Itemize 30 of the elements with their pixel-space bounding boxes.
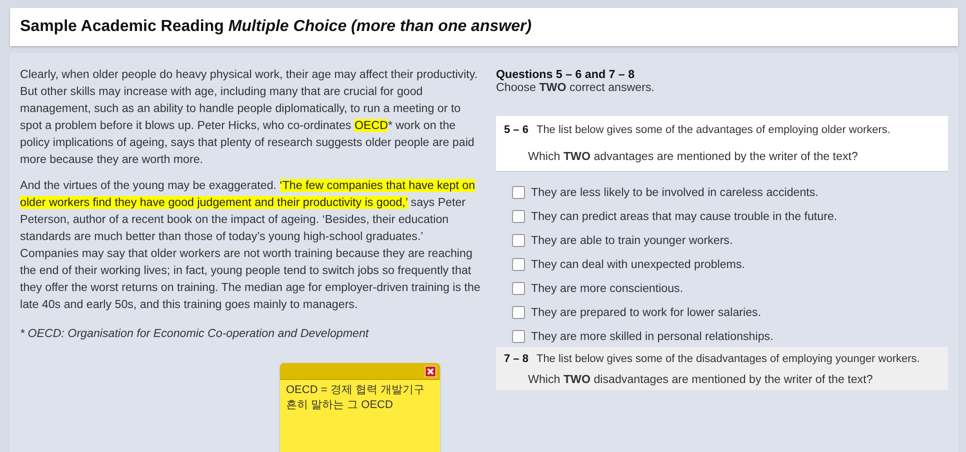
question-header[interactable]: 5 – 6 The list below gives some of the advantages of employing older workers. Which TWO advantages are mentioned by the writer of the text? <box>496 116 948 172</box>
note-text: OECD = 경제 협력 개발기구 흔히 말하는 그 OECD <box>285 383 426 413</box>
checkbox[interactable] <box>512 234 525 247</box>
option-label[interactable]: They are able to train younger workers. <box>531 234 733 247</box>
instructions-text: Choose TWO correct answers. <box>496 81 656 94</box>
option-label[interactable]: They are prepared to work for lower salaries. <box>531 306 762 319</box>
option-label[interactable]: They can predict areas that may cause trouble in the future. <box>531 210 838 223</box>
page-title: Sample Academic Reading Multiple Choice (more than one answer) <box>20 18 533 36</box>
question-prompt: Which TWO advantages are mentioned by the writer of the text? <box>528 150 859 163</box>
checkbox[interactable] <box>512 258 525 271</box>
option-label[interactable]: They are more conscientious. <box>531 282 684 295</box>
question-number: 7 – 8 <box>504 353 528 365</box>
passage-paragraph: Clearly, when older people do heavy physical work, their age may affect their productivity. But other skills may increase with age, including many that are crucial for good management, such as an ability to handle people diplomatically, to run a meeting or to spot a problem before it blows up. Peter Hicks, who co-ordinates OECD* work on the policy implications of ageing, says that plenty of research suggests older people are paid more because they are worth more. <box>20 67 479 168</box>
questions-heading: Questions 5 – 6 and 7 – 8 <box>496 68 636 81</box>
checkbox[interactable] <box>512 282 525 295</box>
checkbox[interactable] <box>512 186 525 199</box>
passage-paragraph: And the virtues of the young may be exaggerated. ‘The few companies that have kept on older workers find they have good judgement and their productivity is good,’ says Peter Peterson, author of a recent book on the impact of ageing. ‘Besides, their education standards are much better than those of today’s young high-school graduates.’ Companies may say that older workers are not worth training because they are reaching the end of their working lives; in fact, young people tend to switch jobs so frequently that they offer the worst returns on training. The median age for employer-driven training is the late 40s and early 50s, and this training goes mainly to managers. <box>20 178 482 313</box>
option-label[interactable]: They are less likely to be involved in careless accidents. <box>531 186 818 199</box>
option-label[interactable]: They are more skilled in personal relationships. <box>531 330 774 343</box>
question-header[interactable]: 7 – 8 The list below gives some of the disadvantages of employing younger workers. Which TWO disadvantages are mentioned by the writer of the text? <box>496 347 948 390</box>
question-prompt: Which TWO disadvantages are mentioned by the writer of the text? <box>528 373 874 386</box>
option-label[interactable]: They can deal with unexpected problems. <box>531 258 745 271</box>
close-icon[interactable] <box>425 366 436 376</box>
question-stem: The list below gives some of the disadvantages of employing younger workers. <box>536 353 920 365</box>
question-number: 5 – 6 <box>504 124 528 136</box>
checkbox[interactable] <box>512 330 525 343</box>
footnote: * OECD: Organisation for Economic Co-operation and Development <box>20 326 370 342</box>
question-stem: The list below gives some of the advantages of employing older workers. <box>536 124 890 136</box>
checkbox[interactable] <box>512 210 525 223</box>
checkbox[interactable] <box>512 306 525 319</box>
